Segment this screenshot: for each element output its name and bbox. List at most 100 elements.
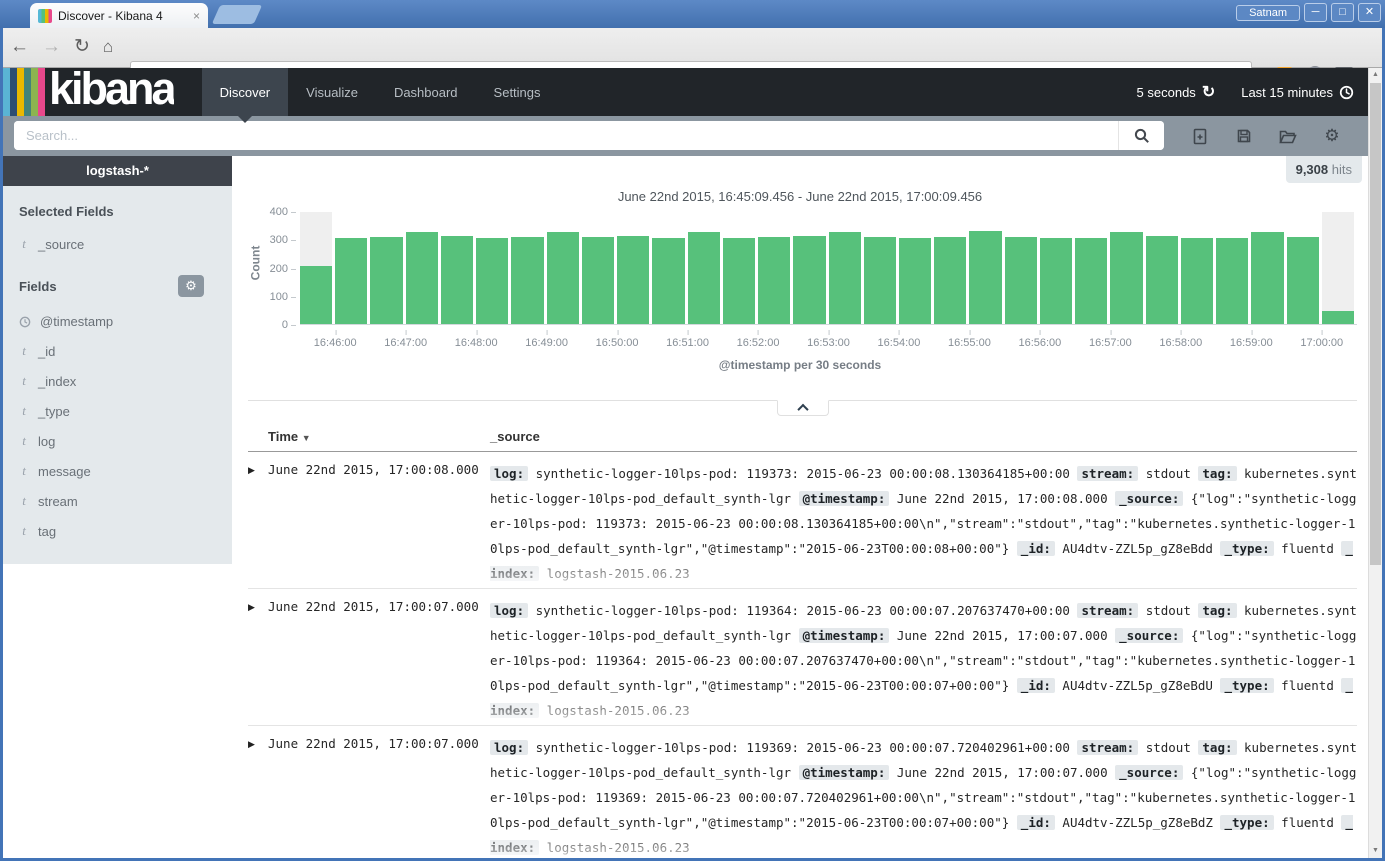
fields-settings-button[interactable]: ⚙	[178, 275, 204, 297]
new-tab-button[interactable]	[212, 5, 262, 24]
index-pattern-header[interactable]: logstash-*	[3, 156, 232, 186]
histogram-bar[interactable]	[899, 238, 931, 324]
histogram-bar[interactable]	[441, 236, 473, 324]
histogram-bar[interactable]	[370, 237, 402, 324]
field-name: stream	[38, 494, 78, 509]
histogram-bar[interactable]	[582, 237, 614, 324]
field-item-_id[interactable]: t_id	[3, 336, 232, 366]
tab-close-icon[interactable]: ×	[193, 9, 200, 23]
histogram-bar[interactable]	[335, 238, 367, 324]
histogram-bar[interactable]	[723, 238, 755, 324]
field-item-stream[interactable]: tstream	[3, 486, 232, 516]
settings-button[interactable]: ⚙	[1310, 116, 1354, 156]
histogram-bar[interactable]	[758, 237, 790, 324]
page-scrollbar[interactable]: ▲ ▼	[1368, 68, 1382, 858]
histogram-bar[interactable]	[688, 232, 720, 324]
y-tick-label: 100	[232, 291, 296, 303]
field-badge: stream:	[1077, 466, 1138, 481]
field-item-log[interactable]: tlog	[3, 426, 232, 456]
histogram-bar[interactable]	[406, 232, 438, 324]
field-name: log	[38, 434, 55, 449]
field-item-timestamp[interactable]: @timestamp	[3, 307, 232, 336]
field-badge: @timestamp:	[799, 491, 890, 506]
scroll-down-arrow-icon[interactable]: ▼	[1369, 844, 1382, 858]
histogram-slot	[793, 212, 828, 324]
forward-icon[interactable]: →	[42, 34, 61, 60]
histogram-bar[interactable]	[1181, 238, 1213, 324]
minimize-button[interactable]: ─	[1304, 3, 1327, 22]
reload-icon[interactable]: ↻	[74, 34, 90, 60]
x-axis: 16:46:0016:47:0016:48:0016:49:0016:50:00…	[300, 331, 1357, 353]
field-item-_source[interactable]: t_source	[3, 229, 232, 259]
refresh-interval-button[interactable]: 5 seconds ↻	[1137, 82, 1216, 102]
x-tick-label: 17:00:00	[1300, 337, 1343, 349]
scrollbar-thumb[interactable]	[1370, 83, 1381, 565]
histogram-slot	[829, 212, 864, 324]
field-item-_type[interactable]: t_type	[3, 396, 232, 426]
string-type-icon: t	[19, 493, 29, 509]
nav-tab-settings[interactable]: Settings	[476, 68, 559, 116]
new-search-button[interactable]	[1178, 116, 1222, 156]
collapse-chart-button[interactable]	[777, 400, 829, 416]
user-button[interactable]: Satnam	[1236, 5, 1300, 21]
histogram-bar[interactable]	[300, 266, 332, 324]
histogram-bar[interactable]	[511, 237, 543, 324]
kibana-brand[interactable]: kibana	[49, 68, 174, 116]
clock-icon	[1339, 85, 1354, 100]
histogram-slot	[1251, 212, 1286, 324]
home-icon[interactable]: ⌂	[103, 34, 113, 60]
nav-tab-visualize[interactable]: Visualize	[288, 68, 376, 116]
histogram-bar[interactable]	[476, 238, 508, 324]
expand-row-icon[interactable]: ▶	[248, 598, 268, 725]
histogram-bar[interactable]	[652, 238, 684, 324]
field-name: _id	[38, 344, 55, 359]
row-source: log: synthetic-logger-10lps-pod: 119364:…	[490, 598, 1357, 725]
histogram-bar[interactable]	[793, 236, 825, 324]
x-tick-label: 16:53:00	[807, 337, 850, 349]
histogram-bar[interactable]	[1216, 238, 1248, 324]
field-item-_index[interactable]: t_index	[3, 366, 232, 396]
histogram-slot	[1110, 212, 1145, 324]
browser-tab[interactable]: Discover - Kibana 4 ×	[30, 3, 208, 28]
histogram-bar[interactable]	[1287, 237, 1319, 324]
close-button[interactable]: ✕	[1358, 3, 1381, 22]
y-axis: 4003002001000	[232, 212, 296, 325]
search-button[interactable]	[1118, 121, 1164, 150]
histogram-bar[interactable]	[829, 232, 861, 324]
histogram-bar[interactable]	[1075, 238, 1107, 324]
expand-row-icon[interactable]: ▶	[248, 461, 268, 588]
histogram-bar[interactable]	[969, 231, 1001, 324]
browser-toolbar: ← → ↻ ⌂ https ://146.148.94.154 /api/v1/…	[0, 28, 1385, 68]
search-input[interactable]	[14, 121, 1118, 150]
histogram-bar[interactable]	[1005, 237, 1037, 324]
field-badge: stream:	[1077, 740, 1138, 755]
histogram-bar[interactable]	[1040, 238, 1072, 324]
histogram-bar[interactable]	[864, 237, 896, 324]
scroll-up-arrow-icon[interactable]: ▲	[1369, 68, 1382, 82]
back-icon[interactable]: ←	[10, 34, 29, 60]
time-range-button[interactable]: Last 15 minutes	[1241, 85, 1354, 100]
column-header-time[interactable]: Time ▼	[248, 429, 490, 444]
maximize-button[interactable]: □	[1331, 3, 1354, 22]
fields-heading: Fields	[19, 279, 57, 294]
field-item-message[interactable]: tmessage	[3, 456, 232, 486]
histogram-slot	[1040, 212, 1075, 324]
field-badge: log:	[490, 466, 528, 481]
expand-row-icon[interactable]: ▶	[248, 735, 268, 861]
selected-fields-heading: Selected Fields	[3, 198, 232, 225]
histogram-slot	[1146, 212, 1181, 324]
save-search-button[interactable]	[1222, 116, 1266, 156]
histogram-bar[interactable]	[1322, 311, 1354, 324]
nav-tab-discover[interactable]: Discover	[202, 68, 289, 116]
histogram-bar[interactable]	[1146, 236, 1178, 324]
histogram-bar[interactable]	[547, 232, 579, 324]
histogram-bar[interactable]	[934, 237, 966, 324]
field-badge: tag:	[1198, 740, 1236, 755]
field-item-tag[interactable]: ttag	[3, 516, 232, 546]
histogram-bar[interactable]	[617, 236, 649, 324]
x-tick-label: 16:49:00	[525, 337, 568, 349]
histogram-bar[interactable]	[1110, 232, 1142, 324]
histogram-bar[interactable]	[1251, 232, 1283, 324]
open-search-button[interactable]	[1266, 116, 1310, 156]
nav-tab-dashboard[interactable]: Dashboard	[376, 68, 476, 116]
